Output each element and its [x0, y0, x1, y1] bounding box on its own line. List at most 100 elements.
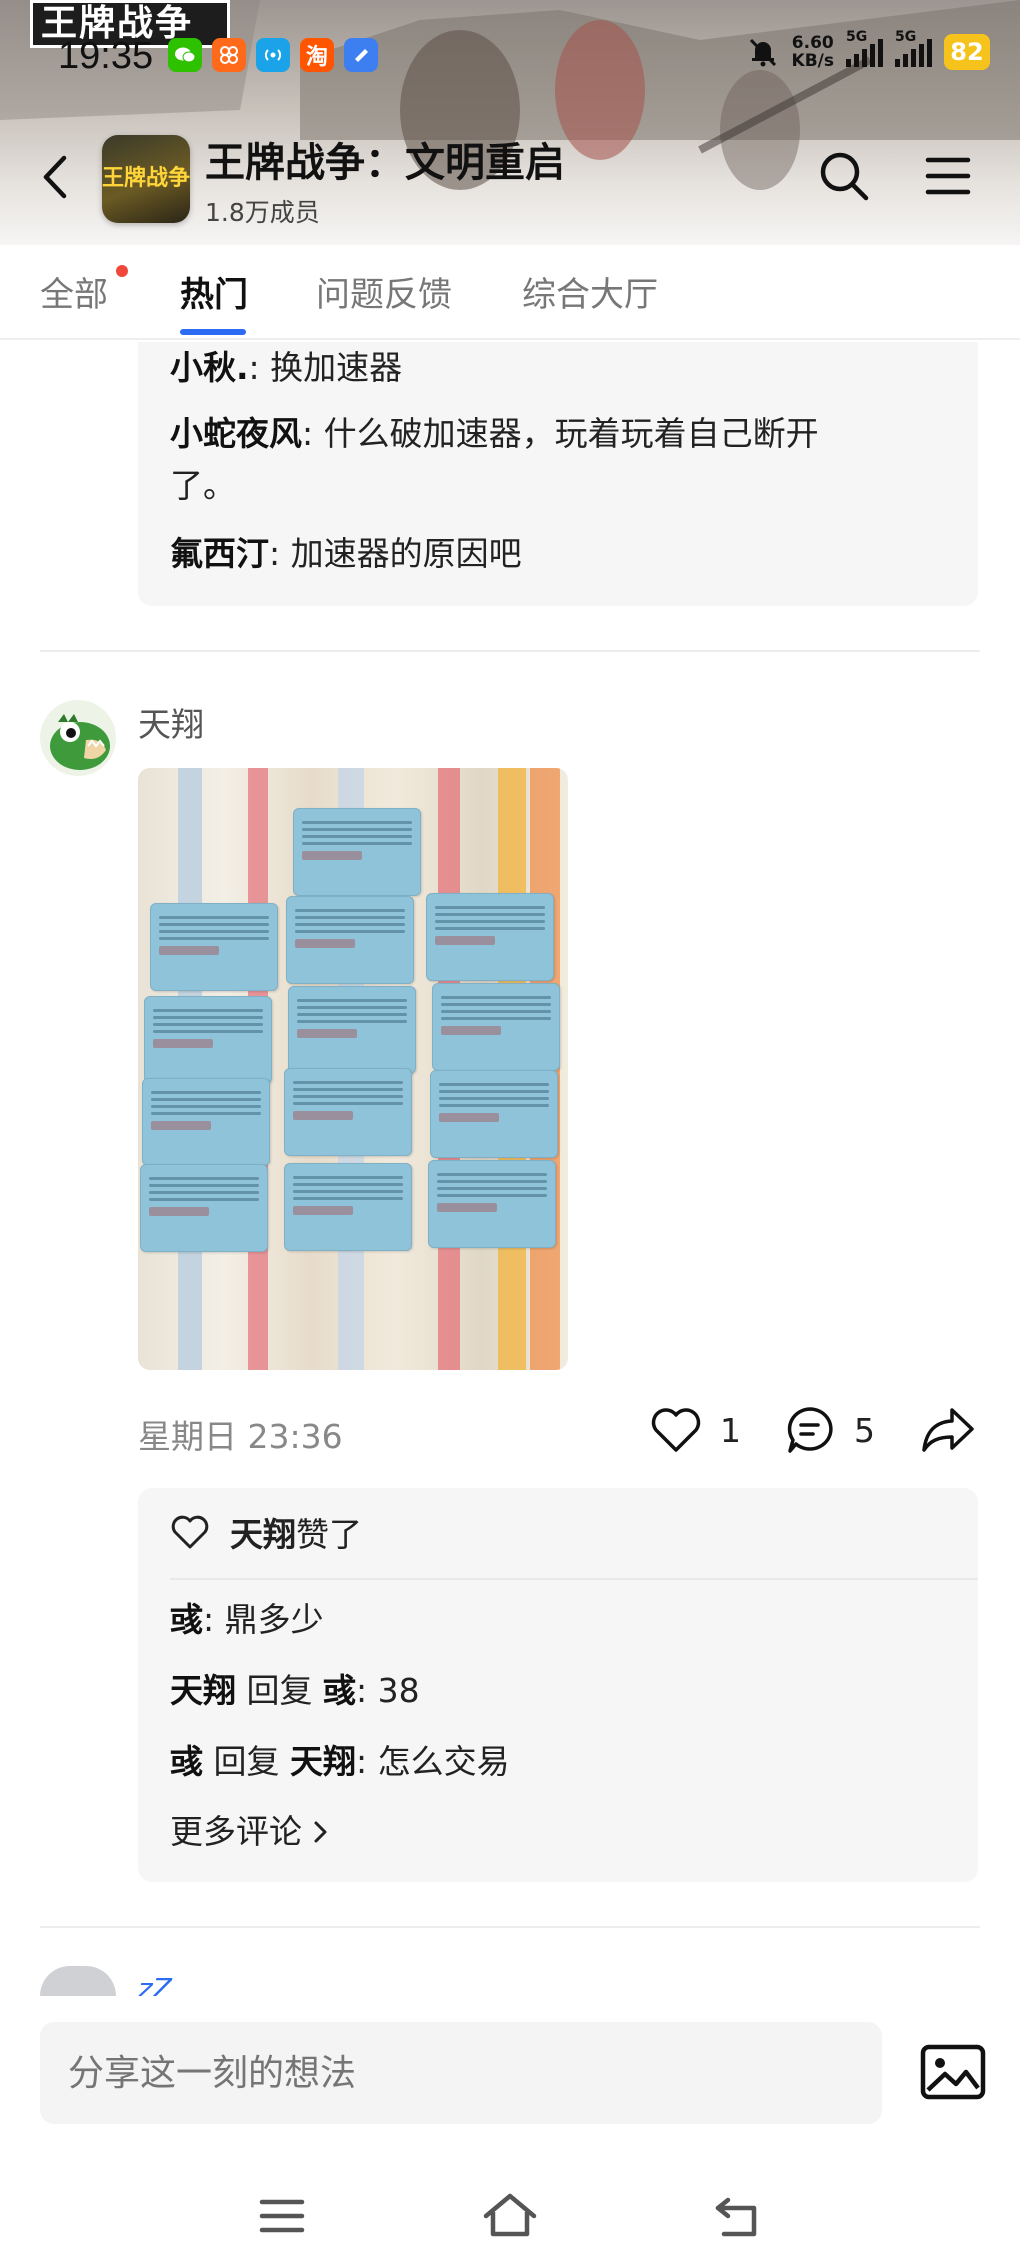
status-clock: 19:35	[58, 35, 154, 77]
network-speed: 6.60 KB/s	[792, 34, 834, 70]
next-post-author-name[interactable]: zZ	[138, 1972, 188, 1996]
gift-card	[284, 1163, 412, 1251]
group-avatar[interactable]: 王牌战争	[102, 135, 190, 223]
recent-apps-icon[interactable]	[254, 2190, 310, 2242]
image-upload-icon[interactable]	[920, 2044, 986, 2100]
comment-item[interactable]: 小蛇夜风: 什么破加速器，玩着玩着自己断开 了。	[170, 408, 950, 512]
liked-by-user[interactable]: 天翔	[230, 1508, 296, 1556]
prev-post-comments: 小秋.: 换加速器 小蛇夜风: 什么破加速器，玩着玩着自己断开 了。 氟西汀: 加…	[138, 342, 978, 606]
comment-separator: :	[269, 534, 291, 573]
like-button[interactable]: 1	[650, 1400, 741, 1460]
tab-all[interactable]: 全部	[40, 267, 108, 316]
signal-2-label: 5G	[895, 29, 917, 45]
tab-general-hall[interactable]: 综合大厅	[522, 267, 658, 316]
post-divider	[40, 650, 980, 652]
taobao-icon: 淘	[300, 38, 334, 72]
menu-icon[interactable]	[925, 155, 971, 197]
comment-user[interactable]: 小蛇夜风	[170, 414, 302, 453]
comment-text-continued: 了。	[170, 466, 236, 505]
comment-user[interactable]: 天翔	[170, 1671, 236, 1710]
signal-strength-icon: 5G	[846, 29, 883, 67]
gift-card	[430, 1070, 558, 1158]
app-store-icon	[212, 38, 246, 72]
status-bar: 王牌战争 19:35 淘 6.60 KB/s 5G 5G 82	[0, 0, 1020, 110]
comment-user[interactable]: 彧	[170, 1742, 203, 1781]
comment-text: 怎么交易	[377, 1742, 510, 1781]
tab-hot[interactable]: 热门	[180, 267, 248, 316]
net-speed-value: 6.60	[791, 33, 834, 53]
comment-text: 鼎多少	[224, 1600, 324, 1639]
reply-word: 回复	[236, 1671, 323, 1710]
compose-bar	[0, 2000, 1020, 2170]
liked-suffix: 赞了	[296, 1515, 362, 1554]
post-divider	[40, 1926, 980, 1928]
tab-bar: 全部 热门 问题反馈 综合大厅	[0, 245, 1020, 340]
comment-item[interactable]: 彧: 鼎多少	[170, 1594, 1000, 1646]
battery-indicator: 82	[944, 34, 990, 70]
comment-user[interactable]: 小秋.	[170, 348, 249, 387]
back-nav-icon[interactable]	[710, 2190, 766, 2242]
system-navigation-bar	[0, 2170, 1020, 2267]
signal-strength-icon-2: 5G	[895, 29, 932, 67]
comment-bubble-icon	[787, 1407, 833, 1453]
gift-card	[284, 1068, 412, 1156]
more-comments-label: 更多评论	[170, 1812, 302, 1851]
system-status-icons: 6.60 KB/s 5G 5G 82	[746, 29, 990, 70]
tab-feedback[interactable]: 问题反馈	[316, 267, 452, 316]
comment-button[interactable]: 5	[784, 1400, 875, 1460]
gift-card	[142, 1078, 270, 1166]
comment-count: 5	[854, 1410, 875, 1450]
post-comment-section: 天翔 赞了 彧: 鼎多少 天翔 回复 彧: 38 彧 回复 天翔: 怎么交易 更…	[138, 1488, 978, 1882]
post-timestamp: 星期日 23:36	[138, 1417, 343, 1456]
heart-icon	[651, 1408, 701, 1452]
comment-item[interactable]: 氟西汀: 加速器的原因吧	[170, 528, 1000, 580]
comment-item[interactable]: 彧 回复 天翔: 怎么交易	[170, 1736, 1000, 1788]
gift-card	[144, 996, 272, 1084]
comment-item[interactable]: 天翔 回复 彧: 38	[170, 1665, 1000, 1717]
comment-text: 换加速器	[270, 348, 403, 387]
group-member-count: 1.8万成员	[205, 198, 320, 227]
comment-text: 加速器的原因吧	[290, 534, 522, 573]
group-title: 王牌战争：文明重启	[205, 140, 565, 186]
gift-card	[428, 1160, 556, 1248]
post-author-name[interactable]: 天翔	[138, 698, 204, 746]
comment-text: 什么破加速器，玩着玩着自己断开	[323, 414, 819, 453]
dinosaur-avatar-icon	[50, 714, 110, 770]
cloud-app-icon	[344, 38, 378, 72]
gift-card	[140, 1164, 268, 1252]
comment-separator: :	[355, 1671, 378, 1710]
reply-word: 回复	[203, 1742, 290, 1781]
comment-user[interactable]: 彧	[170, 1600, 203, 1639]
gift-card	[286, 896, 414, 984]
home-icon[interactable]	[482, 2190, 538, 2242]
comment-separator: :	[355, 1742, 378, 1781]
back-arrow-icon[interactable]	[36, 152, 76, 202]
comment-separator: :	[203, 1600, 225, 1639]
more-comments-link[interactable]: 更多评论	[170, 1806, 330, 1858]
heart-small-icon	[171, 1515, 209, 1549]
hotspot-icon	[256, 38, 290, 72]
avatar[interactable]	[40, 700, 116, 776]
gift-card	[293, 808, 421, 896]
reply-target-user[interactable]: 彧	[323, 1671, 356, 1710]
search-icon[interactable]	[818, 150, 870, 202]
net-speed-unit: KB/s	[791, 51, 834, 71]
comment-separator: :	[248, 348, 271, 387]
post-photo[interactable]	[138, 768, 568, 1370]
share-arrow-icon	[922, 1408, 974, 1452]
comment-user[interactable]: 氟西汀	[170, 534, 269, 573]
like-count: 1	[720, 1410, 741, 1450]
gift-card	[432, 983, 560, 1071]
share-thought-input[interactable]	[40, 2022, 882, 2124]
next-post-avatar[interactable]	[40, 1966, 116, 1996]
signal-1-label: 5G	[846, 29, 868, 45]
mute-bell-icon	[749, 38, 776, 67]
comment-section-divider	[170, 1578, 978, 1580]
group-header-banner: 王牌战争 19:35 淘 6.60 KB/s 5G 5G 82 王牌战争 王牌战…	[0, 0, 1020, 245]
chevron-right-icon	[314, 1821, 327, 1843]
reply-target-user[interactable]: 天翔	[290, 1742, 356, 1781]
comment-item[interactable]: 小秋.: 换加速器	[170, 342, 1000, 394]
share-button[interactable]	[920, 1400, 976, 1460]
comment-text: 38	[377, 1671, 420, 1710]
gift-card	[150, 903, 278, 991]
